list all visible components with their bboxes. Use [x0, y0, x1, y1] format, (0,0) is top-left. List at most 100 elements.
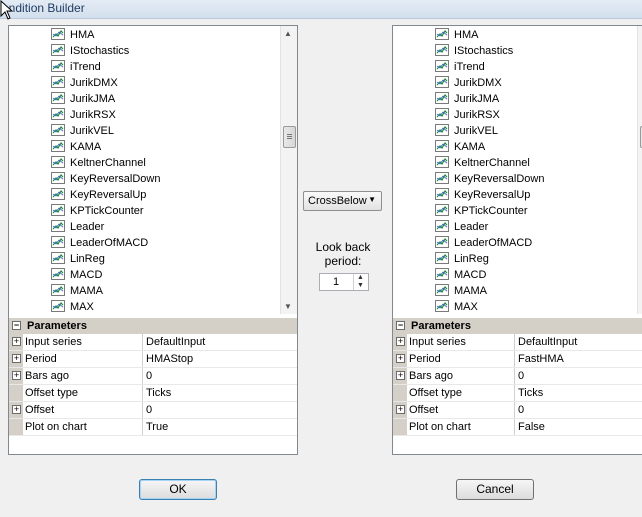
indicator-list-item[interactable]: MACD [435, 267, 486, 283]
parameter-value[interactable]: DefaultInput [142, 334, 297, 350]
stepper-up-arrow-icon[interactable]: ▲ [357, 274, 364, 281]
parameter-value[interactable]: FastHMA [514, 351, 642, 367]
parameter-name: Input series [409, 336, 466, 348]
parameter-row[interactable]: Offset type Ticks [393, 385, 642, 402]
lookback-period-stepper[interactable]: 1 ▲ ▼ [319, 273, 369, 291]
indicator-chart-icon [435, 220, 449, 233]
parameter-row[interactable]: Plot on chart True [9, 419, 297, 436]
parameter-value[interactable]: Ticks [142, 385, 297, 401]
parameter-row[interactable]: + Input series DefaultInput [393, 334, 642, 351]
lookback-period-value[interactable]: 1 [320, 276, 352, 288]
expand-plus-icon[interactable]: + [396, 337, 405, 346]
expand-plus-icon[interactable]: + [396, 354, 405, 363]
parameter-value[interactable]: 0 [142, 402, 297, 418]
indicator-chart-icon [51, 236, 65, 249]
indicator-label: KeyReversalDown [454, 173, 545, 185]
indicator-list-item[interactable]: KPTickCounter [51, 203, 144, 219]
indicator-list-item[interactable]: iTrend [51, 59, 101, 75]
indicator-list-item[interactable]: LinReg [435, 251, 489, 267]
indicator-list-item[interactable]: JurikVEL [435, 123, 498, 139]
indicator-list-item[interactable]: JurikJMA [51, 91, 115, 107]
parameter-row[interactable]: + Period FastHMA [393, 351, 642, 368]
expand-plus-icon[interactable]: + [12, 354, 21, 363]
indicator-list-item[interactable]: IStochastics [435, 43, 513, 59]
scroll-down-arrow-icon[interactable]: ▼ [284, 302, 292, 311]
indicator-list-item[interactable]: MAMA [51, 283, 103, 299]
indicator-list-item[interactable]: Leader [51, 219, 104, 235]
collapse-minus-icon[interactable]: − [396, 321, 405, 330]
expand-plus-icon[interactable]: + [12, 405, 21, 414]
indicator-list-item[interactable]: iTrend [435, 59, 485, 75]
indicator-list-item[interactable]: MAX [51, 299, 94, 314]
indicator-list-item[interactable]: JurikVEL [51, 123, 114, 139]
parameter-row[interactable]: + Bars ago 0 [393, 368, 642, 385]
parameter-value[interactable]: Ticks [514, 385, 642, 401]
parameter-value[interactable]: DefaultInput [514, 334, 642, 350]
parameter-value[interactable]: False [514, 419, 642, 435]
right-indicator-list[interactable]: HMA IStochastics iTrend JurikDMX JurikJMA Jur… [393, 26, 642, 314]
indicator-list-item[interactable]: JurikDMX [435, 75, 502, 91]
parameter-row[interactable]: + Offset 0 [393, 402, 642, 419]
indicator-list-item[interactable]: MAMA [435, 283, 487, 299]
indicator-list-item[interactable]: KeyReversalUp [435, 187, 530, 203]
ok-button[interactable]: OK [139, 479, 217, 500]
left-indicator-panel: HMA IStochastics iTrend JurikDMX JurikJMA Jur… [8, 25, 298, 455]
indicator-list-item[interactable]: LinReg [51, 251, 105, 267]
stepper-down-arrow-icon[interactable]: ▼ [357, 282, 364, 289]
indicator-list-item[interactable]: MAX [435, 299, 478, 314]
indicator-list-item[interactable]: HMA [51, 27, 94, 43]
expand-plus-icon[interactable]: + [396, 371, 405, 380]
left-parameters-header[interactable]: − Parameters [9, 318, 297, 334]
indicator-list-item[interactable]: JurikJMA [435, 91, 499, 107]
parameter-row[interactable]: + Input series DefaultInput [9, 334, 297, 351]
indicator-label: JurikDMX [70, 77, 118, 89]
parameter-value[interactable]: 0 [514, 402, 642, 418]
indicator-list-item[interactable]: KAMA [51, 139, 101, 155]
cancel-button[interactable]: Cancel [456, 479, 534, 500]
indicator-list-item[interactable]: KAMA [435, 139, 485, 155]
indicator-chart-icon [435, 124, 449, 137]
parameter-row[interactable]: Offset type Ticks [9, 385, 297, 402]
expand-plus-icon[interactable]: + [12, 371, 21, 380]
parameter-value[interactable]: 0 [514, 368, 642, 384]
indicator-list-item[interactable]: JurikDMX [51, 75, 118, 91]
indicator-list-item[interactable]: JurikRSX [435, 107, 500, 123]
right-parameters-grid: − Parameters + Input series DefaultInput + P… [393, 318, 642, 436]
parameter-value[interactable]: HMAStop [142, 351, 297, 367]
indicator-list-item[interactable]: HMA [435, 27, 478, 43]
indicator-list-item[interactable]: LeaderOfMACD [51, 235, 148, 251]
indicator-chart-icon [51, 172, 65, 185]
indicator-list-item[interactable]: MACD [51, 267, 102, 283]
parameter-value[interactable]: 0 [142, 368, 297, 384]
indicator-chart-icon [51, 252, 65, 265]
indicator-list-item[interactable]: KeltnerChannel [435, 155, 530, 171]
indicator-list-item[interactable]: Leader [435, 219, 488, 235]
indicator-chart-icon [435, 268, 449, 281]
condition-operator-select[interactable]: CrossBelow ▼ [303, 191, 382, 211]
indicator-list-item[interactable]: LeaderOfMACD [435, 235, 532, 251]
right-list-scrollbar[interactable] [637, 26, 642, 314]
chevron-down-icon: ▼ [368, 195, 376, 204]
indicator-label: MAMA [70, 285, 103, 297]
left-list-scrollbar[interactable]: ▲ ▼ [280, 26, 297, 314]
parameter-row[interactable]: + Bars ago 0 [9, 368, 297, 385]
indicator-list-item[interactable]: IStochastics [51, 43, 129, 59]
scroll-up-arrow-icon[interactable]: ▲ [284, 29, 292, 38]
parameter-row[interactable]: + Offset 0 [9, 402, 297, 419]
expand-plus-icon[interactable]: + [12, 337, 21, 346]
parameter-row[interactable]: + Period HMAStop [9, 351, 297, 368]
collapse-minus-icon[interactable]: − [12, 321, 21, 330]
indicator-chart-icon [51, 140, 65, 153]
indicator-list-item[interactable]: KeyReversalUp [51, 187, 146, 203]
indicator-list-item[interactable]: KPTickCounter [435, 203, 528, 219]
right-parameters-header[interactable]: − Parameters [393, 318, 642, 334]
indicator-list-item[interactable]: KeyReversalDown [51, 171, 160, 187]
left-scroll-thumb[interactable] [283, 126, 296, 148]
left-indicator-list[interactable]: HMA IStochastics iTrend JurikDMX JurikJMA Jur… [9, 26, 297, 314]
indicator-list-item[interactable]: KeltnerChannel [51, 155, 146, 171]
parameter-row[interactable]: Plot on chart False [393, 419, 642, 436]
indicator-list-item[interactable]: KeyReversalDown [435, 171, 544, 187]
parameter-value[interactable]: True [142, 419, 297, 435]
indicator-list-item[interactable]: JurikRSX [51, 107, 116, 123]
expand-plus-icon[interactable]: + [396, 405, 405, 414]
